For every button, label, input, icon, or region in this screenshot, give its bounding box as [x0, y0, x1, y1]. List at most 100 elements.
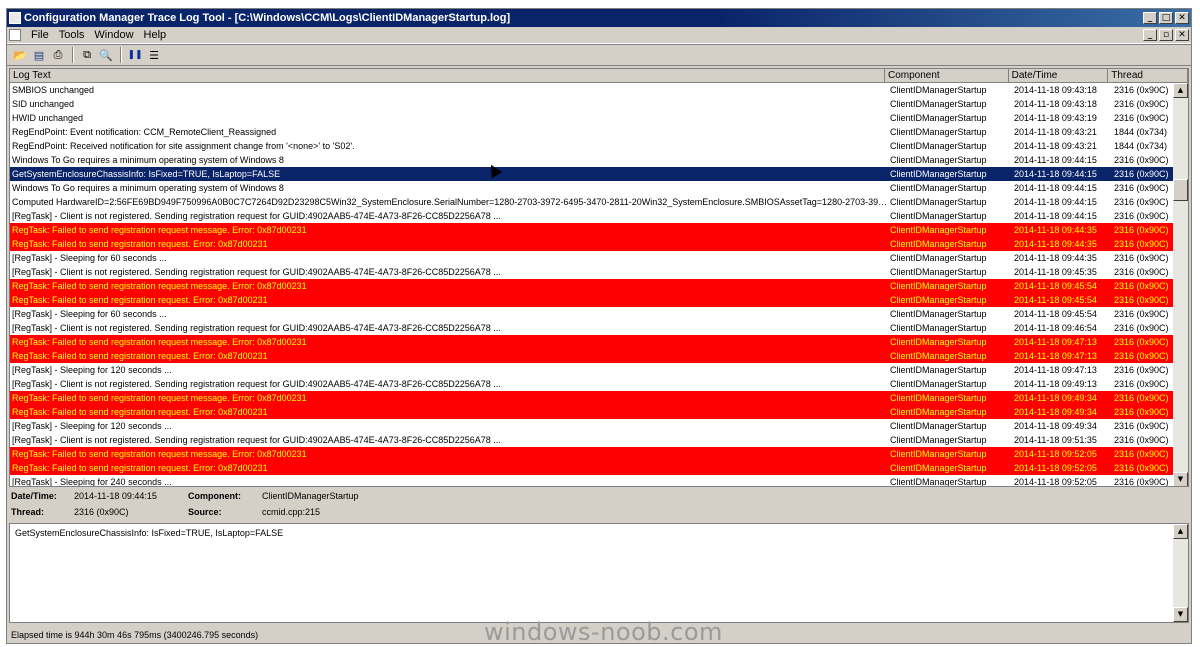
log-row[interactable]: SMBIOS unchanged ClientIDManagerStartup 20…: [10, 83, 1174, 97]
log-cell-datetime: 2014-11-18 09:43:19: [1014, 113, 1097, 123]
log-cell-log-text: RegTask: Failed to send registration req…: [12, 281, 307, 291]
log-row[interactable]: [RegTask] - Client is not registered. Se…: [10, 265, 1174, 279]
document-icon[interactable]: [9, 29, 21, 41]
log-cell-datetime: 2014-11-18 09:43:21: [1014, 127, 1097, 137]
log-cell-datetime: 2014-11-18 09:45:54: [1014, 309, 1097, 319]
message-pane[interactable]: GetSystemEnclosureChassisInfo: IsFixed=T…: [9, 523, 1189, 623]
child-close-button[interactable]: ✕: [1175, 29, 1189, 41]
log-cell-component: ClientIDManagerStartup: [890, 155, 987, 165]
log-row[interactable]: HWID unchanged ClientIDManagerStartup 2014…: [10, 111, 1174, 125]
scroll-thumb[interactable]: [1173, 179, 1188, 201]
log-row[interactable]: [RegTask] - Client is not registered. Se…: [10, 377, 1174, 391]
log-row[interactable]: Computed HardwareID=2:56FE69BD949F750996…: [10, 195, 1174, 209]
datetime-label: Date/Time:: [11, 491, 57, 501]
column-header-log-text[interactable]: Log Text: [10, 69, 885, 82]
minimize-button[interactable]: _: [1143, 12, 1157, 24]
log-cell-thread: 2316 (0x90C): [1114, 337, 1169, 347]
child-restore-button[interactable]: ▫: [1159, 29, 1173, 41]
log-cell-log-text: RegTask: Failed to send registration req…: [12, 449, 307, 459]
log-cell-thread: 2316 (0x90C): [1114, 239, 1169, 249]
menu-file[interactable]: File: [27, 29, 55, 41]
column-header-component[interactable]: Component: [885, 69, 1009, 82]
log-row[interactable]: RegTask: Failed to send registration req…: [10, 223, 1174, 237]
print-icon[interactable]: ⎙: [49, 47, 67, 63]
log-cell-log-text: [RegTask] - Sleeping for 120 seconds ...: [12, 421, 172, 431]
log-cell-datetime: 2014-11-18 09:47:13: [1014, 351, 1097, 361]
log-cell-datetime: 2014-11-18 09:44:15: [1014, 197, 1097, 207]
log-row[interactable]: SID unchanged ClientIDManagerStartup 2014-…: [10, 97, 1174, 111]
log-row[interactable]: RegTask: Failed to send registration req…: [10, 349, 1174, 363]
copy-icon[interactable]: ⧉: [78, 47, 96, 63]
log-cell-thread: 2316 (0x90C): [1114, 463, 1169, 473]
title-bar[interactable]: Configuration Manager Trace Log Tool - […: [7, 9, 1191, 27]
child-minimize-button[interactable]: _: [1143, 29, 1157, 41]
log-cell-log-text: [RegTask] - Client is not registered. Se…: [12, 211, 501, 221]
log-row[interactable]: RegTask: Failed to send registration req…: [10, 461, 1174, 475]
log-cell-thread: 2316 (0x90C): [1114, 351, 1169, 361]
app-window: Configuration Manager Trace Log Tool - […: [6, 8, 1192, 644]
open-folder-icon[interactable]: 📂: [11, 47, 29, 63]
log-list-header: Log Text Component Date/Time Thread: [10, 69, 1188, 83]
source-label: Source:: [188, 507, 222, 517]
log-cell-thread: 1844 (0x734): [1114, 127, 1168, 137]
log-cell-component: ClientIDManagerStartup: [890, 379, 987, 389]
log-cell-log-text: [RegTask] - Sleeping for 240 seconds ...: [12, 477, 172, 487]
message-scroll-down-icon[interactable]: ▼: [1173, 607, 1188, 622]
log-row[interactable]: [RegTask] - Sleeping for 120 seconds ...…: [10, 419, 1174, 433]
log-row[interactable]: RegTask: Failed to send registration req…: [10, 335, 1174, 349]
log-row[interactable]: RegTask: Failed to send registration req…: [10, 447, 1174, 461]
menu-help[interactable]: Help: [140, 29, 173, 41]
log-cell-log-text: [RegTask] - Client is not registered. Se…: [12, 435, 501, 445]
log-cell-thread: 2316 (0x90C): [1114, 225, 1169, 235]
log-row[interactable]: [RegTask] - Client is not registered. Se…: [10, 433, 1174, 447]
component-label: Component:: [188, 491, 241, 501]
log-cell-component: ClientIDManagerStartup: [890, 225, 987, 235]
column-header-thread[interactable]: Thread: [1108, 69, 1188, 82]
log-row[interactable]: [RegTask] - Sleeping for 60 seconds ... C…: [10, 307, 1174, 321]
scroll-down-icon[interactable]: ▼: [1173, 472, 1188, 486]
log-row[interactable]: GetSystemEnclosureChassisInfo: IsFixed=T…: [10, 167, 1174, 181]
column-header-datetime[interactable]: Date/Time: [1009, 69, 1109, 82]
view-icon[interactable]: ☰: [145, 47, 163, 63]
maximize-button[interactable]: □: [1159, 12, 1173, 24]
log-row[interactable]: RegEndPoint: Event notification: CCM_Rem…: [10, 125, 1174, 139]
log-row[interactable]: RegTask: Failed to send registration req…: [10, 405, 1174, 419]
find-icon[interactable]: 🔍: [97, 47, 115, 63]
log-cell-component: ClientIDManagerStartup: [890, 393, 987, 403]
log-row[interactable]: [RegTask] - Client is not registered. Se…: [10, 209, 1174, 223]
log-cell-component: ClientIDManagerStartup: [890, 127, 987, 137]
menu-window[interactable]: Window: [90, 29, 139, 41]
log-cell-component: ClientIDManagerStartup: [890, 211, 987, 221]
log-row[interactable]: [RegTask] - Sleeping for 60 seconds ... C…: [10, 251, 1174, 265]
log-row[interactable]: RegTask: Failed to send registration req…: [10, 391, 1174, 405]
log-row[interactable]: Windows To Go requires a minimum operati…: [10, 181, 1174, 195]
window-title: Configuration Manager Trace Log Tool - […: [24, 12, 511, 24]
log-cell-log-text: RegTask: Failed to send registration req…: [12, 239, 268, 249]
log-row[interactable]: RegTask: Failed to send registration req…: [10, 279, 1174, 293]
log-scrollbar[interactable]: ▲ ▼: [1173, 83, 1188, 486]
log-row[interactable]: RegTask: Failed to send registration req…: [10, 237, 1174, 251]
log-row[interactable]: RegTask: Failed to send registration req…: [10, 293, 1174, 307]
log-row[interactable]: RegEndPoint: Received notification for s…: [10, 139, 1174, 153]
log-cell-component: ClientIDManagerStartup: [890, 449, 987, 459]
close-button[interactable]: ✕: [1175, 12, 1189, 24]
log-row[interactable]: [RegTask] - Sleeping for 240 seconds ...…: [10, 475, 1174, 487]
log-row[interactable]: Windows To Go requires a minimum operati…: [10, 153, 1174, 167]
log-cell-thread: 2316 (0x90C): [1114, 435, 1169, 445]
log-row[interactable]: [RegTask] - Sleeping for 120 seconds ...…: [10, 363, 1174, 377]
log-cell-log-text: Windows To Go requires a minimum operati…: [12, 183, 284, 193]
pause-icon[interactable]: ❚❚: [126, 47, 144, 63]
save-icon[interactable]: ▤: [30, 47, 48, 63]
message-scrollbar[interactable]: ▲ ▼: [1173, 524, 1188, 622]
log-cell-datetime: 2014-11-18 09:44:35: [1014, 225, 1097, 235]
log-cell-component: ClientIDManagerStartup: [890, 351, 987, 361]
log-cell-thread: 2316 (0x90C): [1114, 449, 1169, 459]
menu-tools[interactable]: Tools: [55, 29, 91, 41]
log-row[interactable]: [RegTask] - Client is not registered. Se…: [10, 321, 1174, 335]
log-cell-thread: 2316 (0x90C): [1114, 323, 1169, 333]
message-scroll-up-icon[interactable]: ▲: [1173, 524, 1188, 539]
scroll-up-icon[interactable]: ▲: [1173, 83, 1188, 98]
log-cell-log-text: RegEndPoint: Received notification for s…: [12, 141, 355, 151]
log-cell-log-text: [RegTask] - Sleeping for 120 seconds ...: [12, 365, 172, 375]
log-cell-log-text: SMBIOS unchanged: [12, 85, 95, 95]
